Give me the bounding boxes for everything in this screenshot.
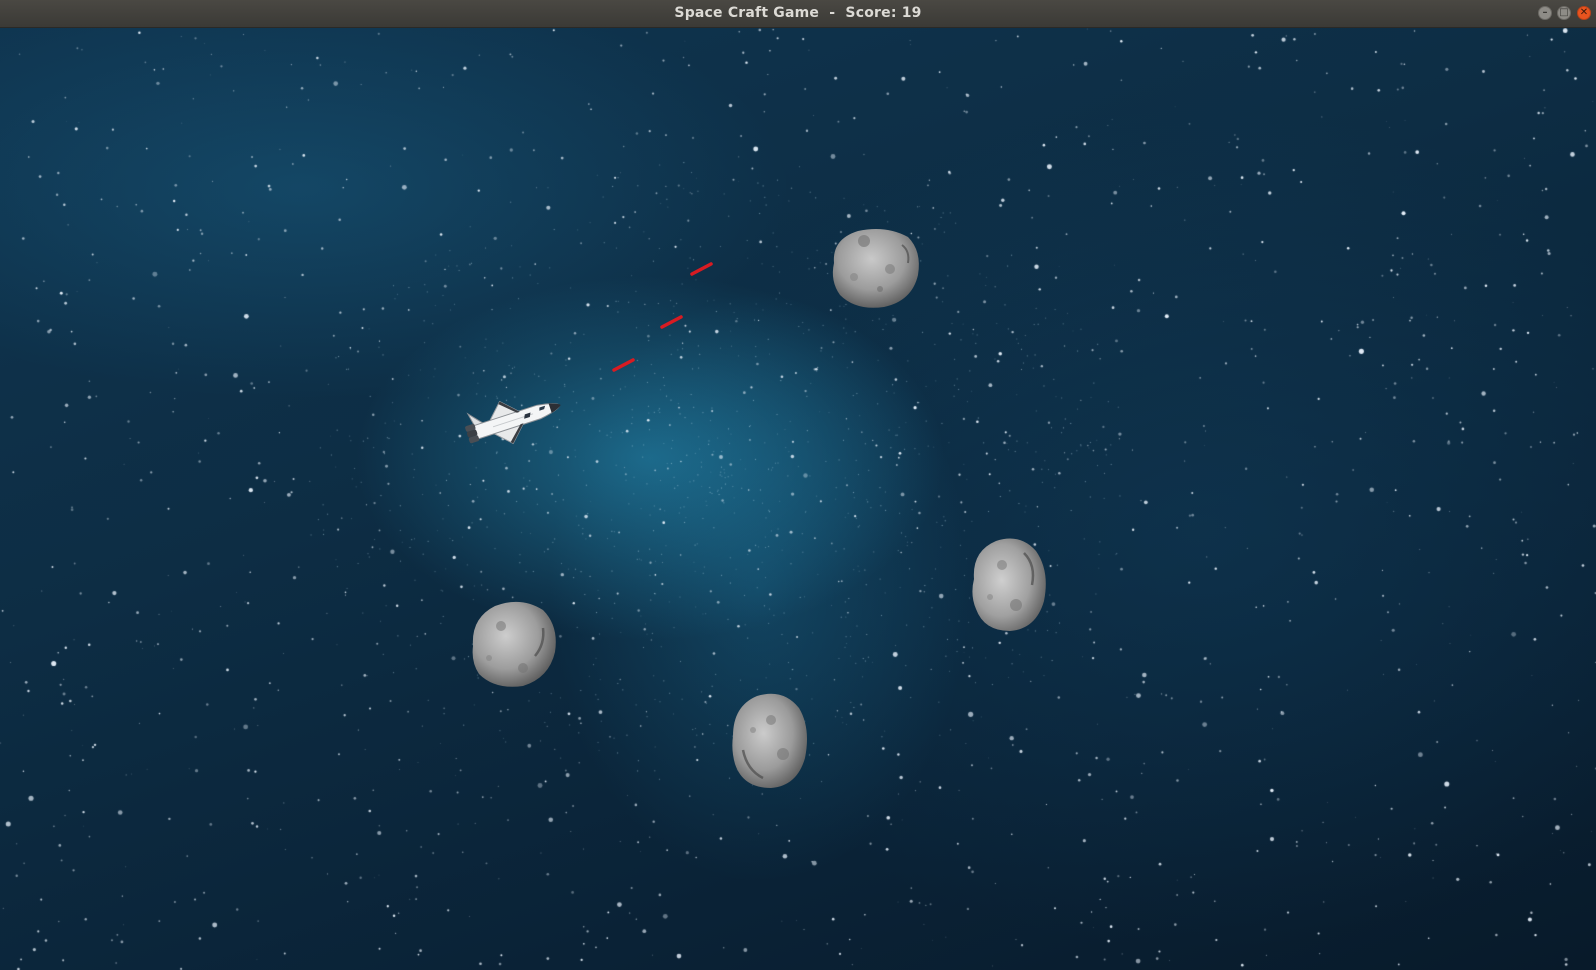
asteroid [732,693,807,788]
game-canvas[interactable] [0,28,1596,970]
starfield-background [0,28,1596,970]
asteroid [472,601,556,687]
laser-bolt [690,262,713,276]
laser-bolt [612,358,635,372]
asteroid [972,538,1046,631]
space-shuttle [465,400,561,445]
minimize-icon[interactable]: – [1538,6,1552,20]
maximize-icon[interactable]: □ [1557,6,1571,20]
laser-bolt [660,315,683,329]
close-icon[interactable]: ✕ [1577,6,1591,20]
game-window: Space Craft Game - Score: 19 – □ ✕ [0,0,1596,970]
window-title: Space Craft Game - Score: 19 [674,5,922,21]
asteroid [832,229,919,308]
title-bar[interactable]: Space Craft Game - Score: 19 – □ ✕ [0,0,1596,28]
